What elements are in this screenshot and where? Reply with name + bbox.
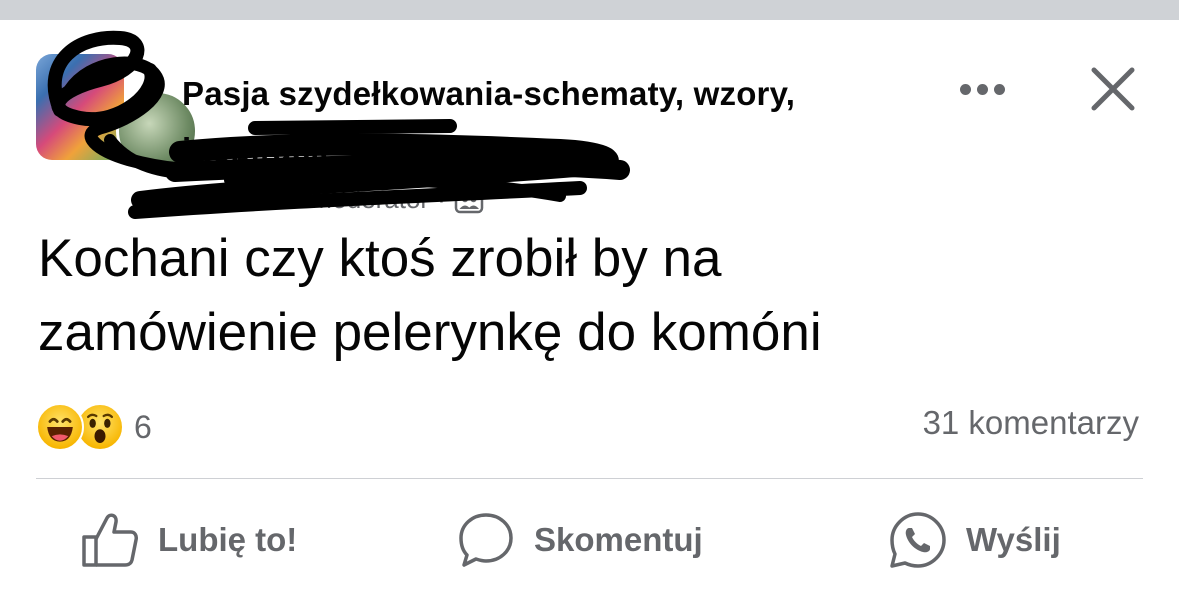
- group-avatar[interactable]: [36, 52, 198, 172]
- comment-label: Skomentuj: [534, 521, 703, 558]
- share-button[interactable]: Wyślij: [888, 508, 1061, 572]
- action-divider: [36, 478, 1143, 479]
- group-cover-thumbnail: [36, 54, 124, 160]
- more-icon: [959, 83, 971, 95]
- whatsapp-icon: [890, 512, 946, 568]
- author-name[interactable]: Ewa Dr... · Moderator: [182, 184, 429, 215]
- comment-icon: [459, 513, 513, 567]
- group-members-icon: [454, 184, 483, 214]
- like-icon: [82, 513, 138, 567]
- reaction-count: 6: [134, 408, 152, 445]
- post-body: Kochani czy ktoś zrobił by na zamówienie…: [38, 222, 1138, 370]
- share-label: Wyślij: [966, 521, 1061, 558]
- comment-button[interactable]: Skomentuj: [456, 508, 703, 572]
- post-meta: Ewa Dr... · Moderator ·: [182, 182, 484, 216]
- like-button[interactable]: Lubię to!: [80, 508, 297, 572]
- top-status-strip: [0, 0, 1179, 20]
- post-text-line: Kochani czy ktoś zrobił by na: [38, 229, 722, 288]
- reaction-summary[interactable]: 6: [36, 402, 152, 452]
- like-label: Lubię to!: [158, 521, 298, 558]
- more-options-button[interactable]: [952, 72, 1012, 106]
- haha-reaction-icon: [36, 403, 84, 451]
- comment-count-link[interactable]: 31 komentarzy: [923, 404, 1139, 442]
- meta-separator: ·: [437, 183, 446, 214]
- post-text-line: zamówienie pelerynkę do komóni: [38, 303, 822, 362]
- close-icon[interactable]: [1086, 62, 1140, 116]
- group-name[interactable]: Pasja szydełkowania-schematy, wzory, ins…: [182, 66, 942, 178]
